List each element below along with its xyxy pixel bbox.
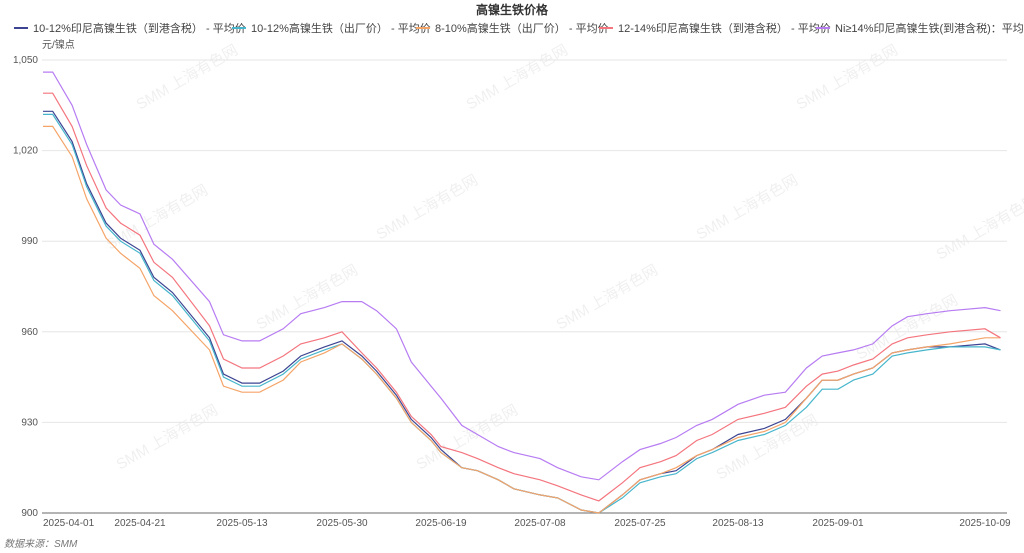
series-lines xyxy=(43,71,1001,514)
y-tick-label: 1,020 xyxy=(13,146,38,157)
y-tick-label: 990 xyxy=(21,236,38,247)
watermark-text: SMM 上海有色网 xyxy=(254,262,361,334)
watermark-text: SMM 上海有色网 xyxy=(794,42,901,114)
x-tick-label: 2025-04-21 xyxy=(114,518,166,529)
legend-item[interactable]: 8-10%高镍生铁（出厂价） - 平均价 xyxy=(416,21,609,35)
x-tick-label: 2025-04-01 xyxy=(43,518,95,529)
x-tick-label: 2025-07-08 xyxy=(514,518,566,529)
legend-item[interactable]: 10-12%印尼高镍生铁（到港含税） - 平均价 xyxy=(14,21,246,35)
watermark-text: SMM 上海有色网 xyxy=(934,192,1024,264)
watermark-text: SMM 上海有色网 xyxy=(104,182,211,254)
watermark-text: SMM 上海有色网 xyxy=(694,172,801,244)
watermark-text: SMM 上海有色网 xyxy=(374,172,481,244)
y-tick-label: 900 xyxy=(21,508,38,519)
watermark-text: SMM 上海有色网 xyxy=(134,42,241,114)
x-axis: 2025-04-01 2025-04-21 2025-05-13 2025-05-30… xyxy=(43,518,1011,529)
legend-item[interactable]: 10-12%高镍生铁（出厂价） - 平均价 xyxy=(232,21,431,35)
watermark-text: SMM 上海有色网 xyxy=(464,42,571,114)
legend-item[interactable]: 12-14%印尼高镍生铁（到港含税） - 平均价 xyxy=(599,21,831,35)
watermark-text: SMM 上海有色网 xyxy=(114,402,221,474)
legend-label: 8-10%高镍生铁（出厂价） - 平均价 xyxy=(435,21,609,35)
line-chart: 高镍生铁价格 10-12%印尼高镍生铁（到港含税） - 平均价 10-12%高镍生… xyxy=(4,2,1024,550)
x-tick-label: 2025-09-01 xyxy=(812,518,864,529)
gridlines xyxy=(42,59,1007,514)
y-tick-label: 1,050 xyxy=(13,55,38,66)
x-tick-label: 2025-05-30 xyxy=(316,518,368,529)
legend-label: 12-14%印尼高镍生铁（到港含税） - 平均价 xyxy=(618,21,831,35)
series-line-3 xyxy=(43,92,1001,502)
legend-label: 10-12%高镍生铁（出厂价） - 平均价 xyxy=(251,21,431,35)
y-tick-label: 960 xyxy=(21,327,38,338)
watermark-text: SMM 上海有色网 xyxy=(554,262,661,334)
data-source: 数据来源：SMM xyxy=(4,538,78,550)
legend-label: 10-12%印尼高镍生铁（到港含税） - 平均价 xyxy=(33,21,246,35)
x-tick-label: 2025-10-09 xyxy=(959,518,1011,529)
chart-title: 高镍生铁价格 xyxy=(476,2,549,17)
legend: 10-12%印尼高镍生铁（到港含税） - 平均价 10-12%高镍生铁（出厂价） … xyxy=(14,21,1024,35)
x-tick-label: 2025-08-13 xyxy=(712,518,764,529)
legend-label: Ni≥14%印尼高镍生铁(到港含税)：平均价 xyxy=(835,21,1024,35)
y-axis-unit: 元/镍点 xyxy=(42,38,75,51)
y-tick-label: 930 xyxy=(21,417,38,428)
legend-item[interactable]: Ni≥14%印尼高镍生铁(到港含税)：平均价 xyxy=(816,21,1024,35)
watermarks: SMM 上海有色网 SMM 上海有色网 SMM 上海有色网SMM 上海有色网 SMM … xyxy=(104,42,1024,484)
y-axis: 900 930 960 990 1,020 1,050 xyxy=(13,55,38,519)
series-line-1 xyxy=(43,113,1001,514)
x-tick-label: 2025-07-25 xyxy=(614,518,666,529)
x-tick-label: 2025-06-19 xyxy=(415,518,467,529)
x-tick-label: 2025-05-13 xyxy=(216,518,268,529)
watermark-text: SMM 上海有色网 xyxy=(414,402,521,474)
